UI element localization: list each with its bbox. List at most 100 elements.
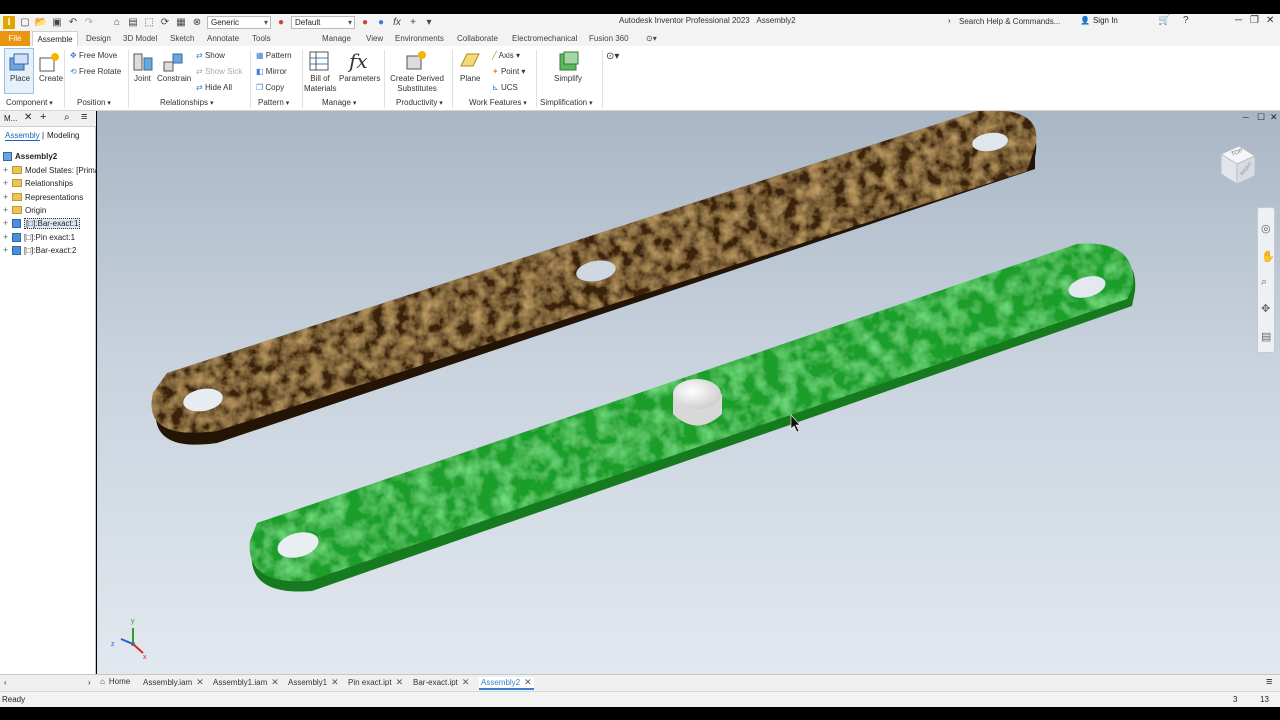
bill-of-materials-icon[interactable] <box>308 50 330 72</box>
tab-sketch[interactable]: Sketch <box>170 31 194 46</box>
browser-tab-assembly[interactable]: Assembly <box>5 131 40 141</box>
close-tab-icon[interactable]: ✕ <box>462 677 470 688</box>
expand-icon[interactable]: + <box>3 245 10 255</box>
tab-tools[interactable]: Tools <box>252 31 271 46</box>
document-tab[interactable]: Assembly2 ✕ <box>479 677 534 690</box>
clear-appearance-icon[interactable]: ● <box>375 17 387 29</box>
steering-wheel-icon[interactable]: ◎ <box>1261 222 1271 235</box>
more-tabs-icon[interactable]: ⊙▾ <box>646 31 657 46</box>
search-arrow-icon[interactable]: › <box>948 16 951 25</box>
tree-item-folder[interactable]: + Model States: [Primary] <box>3 164 108 176</box>
fx-icon[interactable]: fx <box>391 17 403 29</box>
expand-icon[interactable]: + <box>3 178 10 188</box>
close-tab-icon[interactable]: ✕ <box>331 677 339 688</box>
no-entry-icon[interactable]: ⊗ <box>191 17 203 29</box>
document-tab[interactable]: Assembly1.iam ✕ <box>213 677 279 688</box>
tab-collaborate[interactable]: Collaborate <box>457 31 498 46</box>
pattern-group-label[interactable]: Pattern <box>258 98 289 107</box>
tree-item-part[interactable]: + [□]:Pin exact:1 <box>3 231 75 243</box>
create-component-icon[interactable] <box>38 52 60 74</box>
close-button[interactable]: ✕ <box>1266 15 1274 26</box>
simplify-label[interactable]: Simplify <box>554 74 582 83</box>
bar-exact-1-model[interactable] <box>151 111 1037 445</box>
close-tab-icon[interactable]: ✕ <box>524 677 532 688</box>
tab-environments[interactable]: Environments <box>395 31 444 46</box>
bom-label[interactable]: Bill of Materials <box>304 74 336 94</box>
update-icon[interactable]: ⟳ <box>159 17 171 29</box>
browser-close-icon[interactable]: ✕ <box>24 112 32 123</box>
tree-item-part[interactable]: + [□]:Bar-exact:1 <box>3 217 81 229</box>
tree-item-folder[interactable]: + Origin <box>3 204 46 216</box>
ribbon-extra-icon[interactable]: ⊙▾ <box>606 51 619 62</box>
tree-root[interactable]: Assembly2 <box>3 150 57 162</box>
expand-icon[interactable]: + <box>3 232 10 242</box>
browser-tab-modeling[interactable]: Modeling <box>47 131 79 140</box>
simplify-icon[interactable] <box>558 50 580 72</box>
tree-item-part[interactable]: + [□]:Bar-exact:2 <box>3 244 76 256</box>
free-move-button[interactable]: ✥ Free Move <box>70 51 117 60</box>
viewport-maximize-icon[interactable]: ☐ <box>1257 112 1265 123</box>
3d-viewport[interactable]: z y x TOP RIGHT ─ ☐ ✕ ◎ ✋ ⌕ ✥ ▤ <box>97 111 1280 674</box>
create-derived-label[interactable]: Create Derived Substitutes <box>390 74 444 94</box>
model-canvas[interactable]: z y x <box>97 111 1280 674</box>
constrain-icon[interactable] <box>162 52 184 74</box>
view-cube[interactable]: TOP RIGHT <box>1217 144 1257 186</box>
hide-all-button[interactable]: ⇄ Hide All <box>196 83 232 92</box>
show-button[interactable]: ⇄ Show <box>196 51 225 60</box>
manage-group-label[interactable]: Manage <box>322 98 356 107</box>
home-icon[interactable]: ⌂ <box>111 17 123 29</box>
document-tab[interactable]: Assembly1 ✕ <box>288 677 339 688</box>
create-derived-substitutes-icon[interactable] <box>405 50 427 72</box>
tab-design[interactable]: Design <box>86 31 111 46</box>
browser-menu-icon[interactable]: ≡ <box>81 111 87 123</box>
zoom-icon[interactable]: ⌕ <box>1261 276 1267 289</box>
viewport-close-icon[interactable]: ✕ <box>1270 112 1278 123</box>
help-search-input[interactable]: Search Help & Commands... <box>955 15 1077 29</box>
joint-icon[interactable] <box>132 52 154 74</box>
document-tab[interactable]: Bar-exact.ipt ✕ <box>413 677 469 688</box>
restore-button[interactable]: ❐ <box>1250 15 1259 26</box>
pan-icon[interactable]: ✋ <box>1261 250 1275 263</box>
measure-icon[interactable]: ▦ <box>175 17 187 29</box>
close-tab-icon[interactable]: ✕ <box>271 677 279 688</box>
app-icon[interactable]: I <box>3 16 15 29</box>
tree-item-folder[interactable]: + Relationships <box>3 177 73 189</box>
constrain-label[interactable]: Constrain <box>157 74 191 83</box>
tab-3d-model[interactable]: 3D Model <box>123 31 157 46</box>
document-tab[interactable]: Assembly.iam ✕ <box>143 677 204 688</box>
browser-add-icon[interactable]: + <box>40 111 46 123</box>
cart-icon[interactable]: 🛒 <box>1158 15 1170 26</box>
tab-electromechanical[interactable]: Electromechanical <box>512 31 577 46</box>
ucs-button[interactable]: ⊾ UCS <box>492 83 518 92</box>
help-icon[interactable]: ? <box>1183 15 1189 26</box>
color-override-icon[interactable]: ● <box>359 17 371 29</box>
new-file-icon[interactable]: ▢ <box>19 17 31 29</box>
orbit-icon[interactable]: ✥ <box>1261 302 1270 315</box>
expand-icon[interactable]: + <box>3 192 10 202</box>
mirror-button[interactable]: ◧ Mirror <box>256 67 287 76</box>
select-icon[interactable]: ⬚ <box>143 17 155 29</box>
expand-icon[interactable]: + <box>3 218 10 228</box>
axis-button[interactable]: ╱ Axis ▾ <box>492 51 520 60</box>
plus-icon[interactable]: + <box>407 17 419 29</box>
viewport-minimize-icon[interactable]: ─ <box>1243 113 1249 122</box>
simplification-group-label[interactable]: Simplification <box>540 98 593 107</box>
customize-arrow-icon[interactable]: ▾ <box>423 17 435 29</box>
relationships-group-label[interactable]: Relationships <box>160 98 214 107</box>
scroll-left-icon[interactable]: ‹ <box>4 678 7 687</box>
position-group-label[interactable]: Position <box>77 98 111 107</box>
browser-title[interactable]: M... <box>4 114 17 123</box>
point-button[interactable]: ✦ Point ▾ <box>492 67 525 76</box>
look-at-icon[interactable]: ▤ <box>1261 330 1271 343</box>
tab-assemble[interactable]: Assemble <box>32 31 78 46</box>
parameters-fx-icon[interactable]: fx <box>349 49 368 73</box>
redo-icon[interactable]: ↷ <box>83 17 95 29</box>
plane-label[interactable]: Plane <box>460 74 480 83</box>
save-icon[interactable]: ▣ <box>51 17 63 29</box>
minimize-button[interactable]: ─ <box>1235 15 1242 26</box>
tab-manage[interactable]: Manage <box>322 31 351 46</box>
appearance-combo[interactable]: Default <box>291 16 355 29</box>
document-tab[interactable]: Pin exact.ipt ✕ <box>348 677 403 688</box>
create-label[interactable]: Create <box>39 74 63 83</box>
plane-icon[interactable] <box>459 50 481 72</box>
